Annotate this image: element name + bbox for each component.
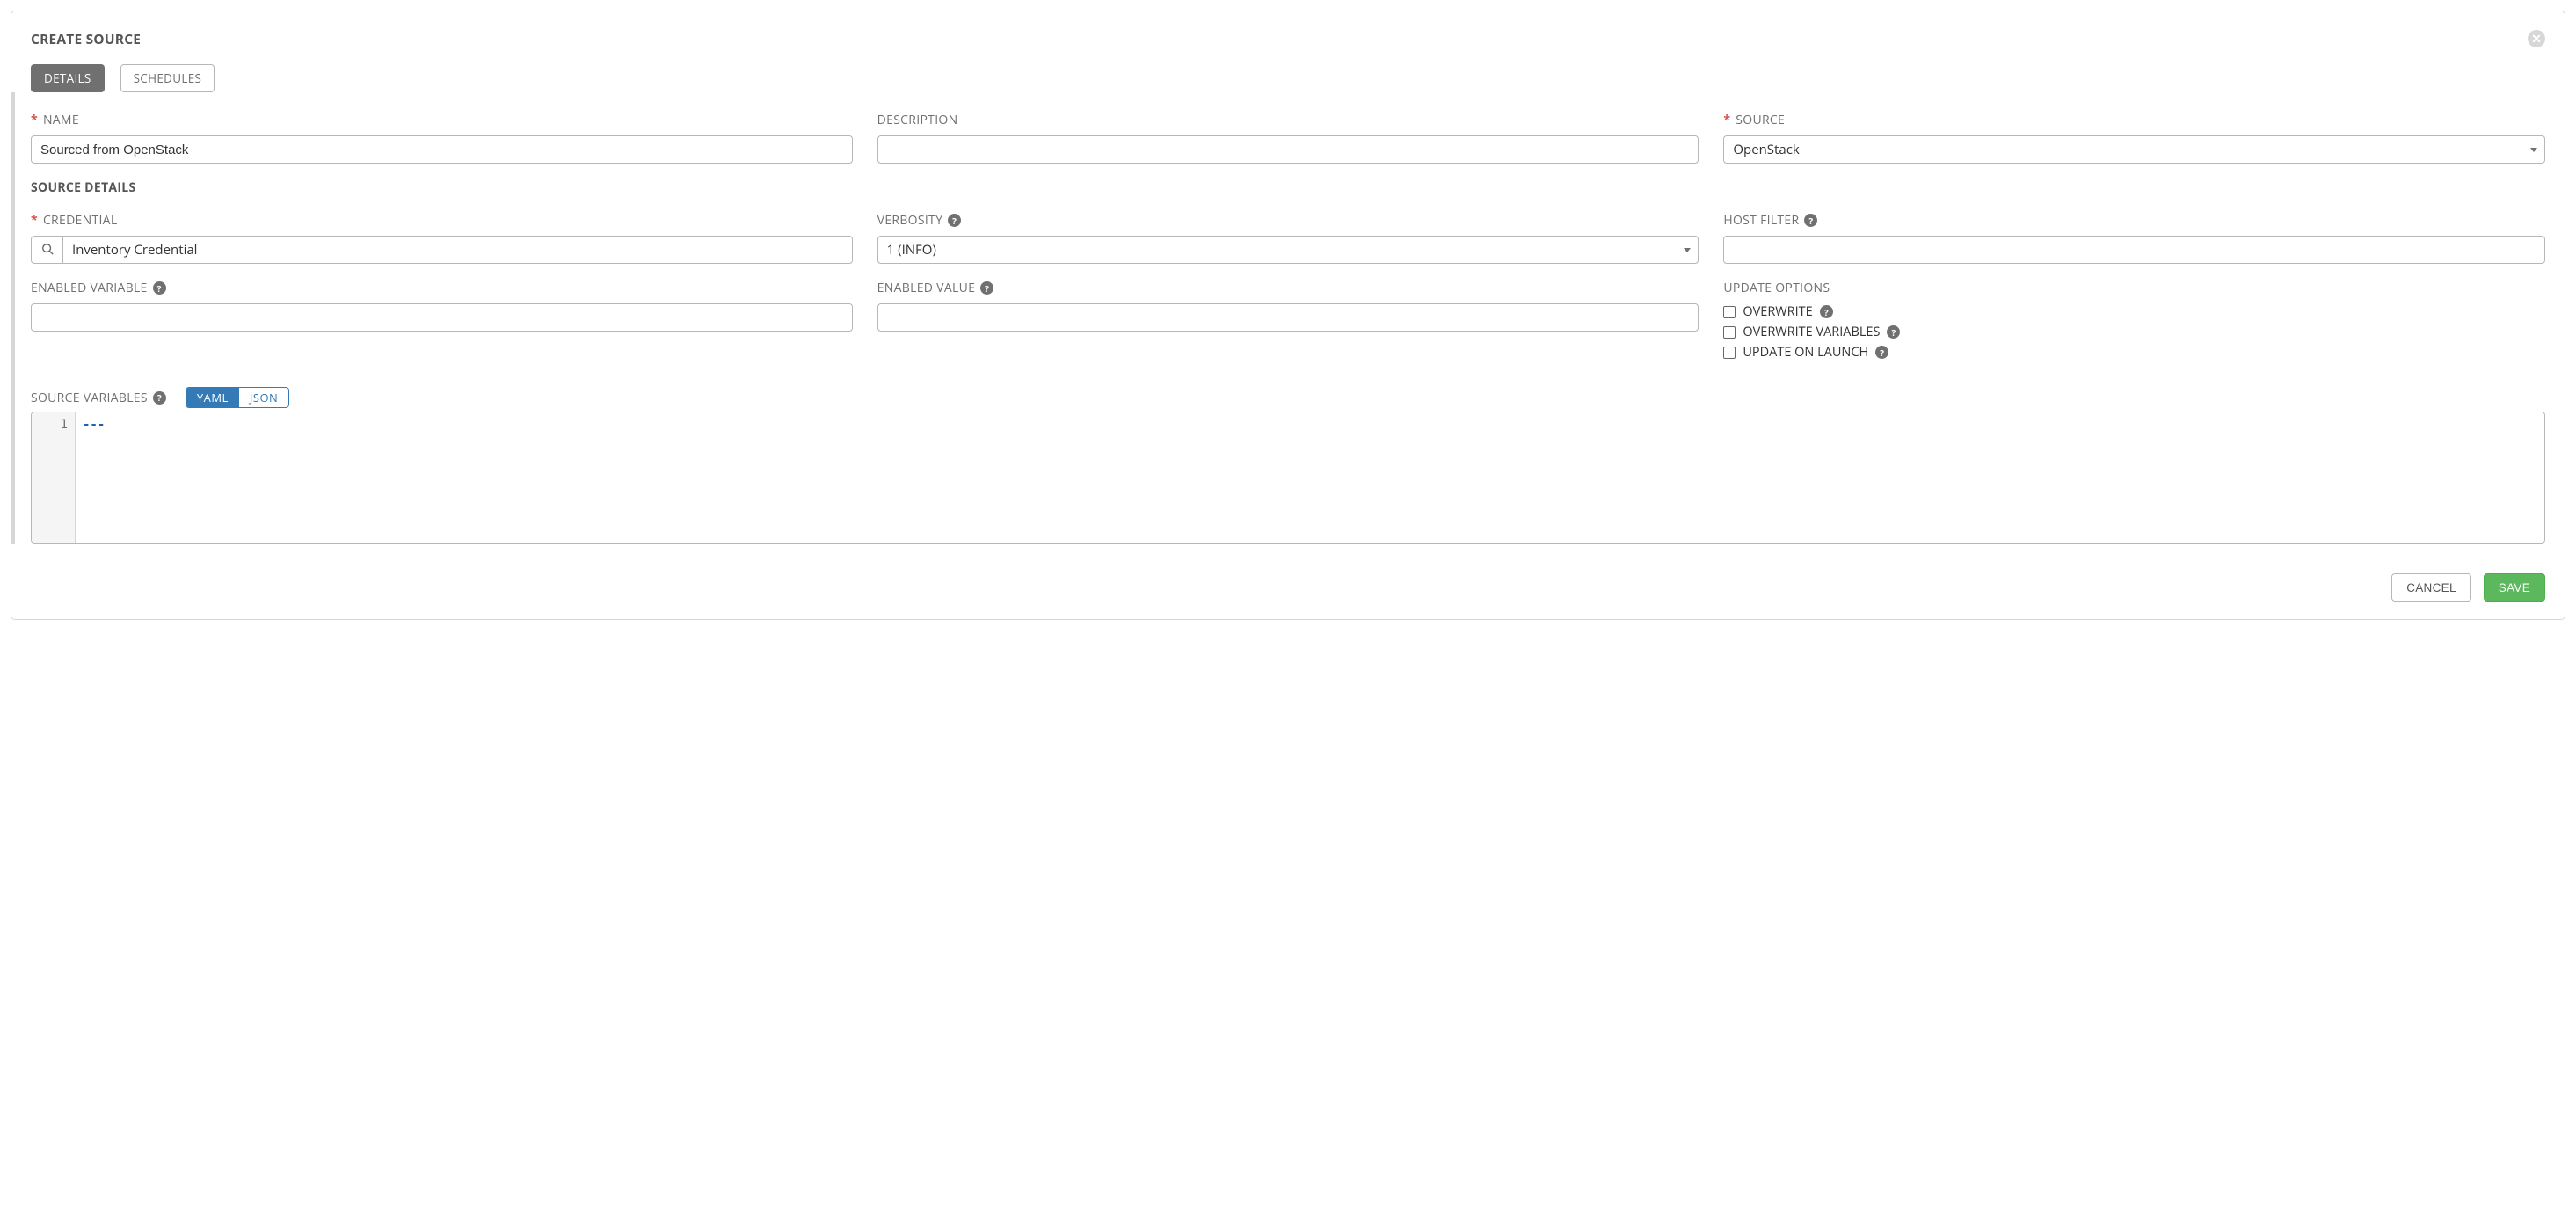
overwrite-vars-checkbox[interactable] bbox=[1723, 326, 1736, 339]
chevron-down-icon bbox=[2530, 148, 2537, 152]
editor-gutter: 1 bbox=[32, 412, 76, 543]
description-label: DESCRIPTION bbox=[877, 112, 1699, 128]
source-label: SOURCE bbox=[1723, 112, 2545, 128]
credential-field[interactable]: Inventory Credential bbox=[62, 236, 853, 264]
verbosity-label: VERBOSITY bbox=[877, 212, 1699, 229]
source-select[interactable]: OpenStack bbox=[1723, 135, 2545, 164]
name-label: NAME bbox=[31, 112, 853, 128]
format-toggle: YAML JSON bbox=[186, 387, 290, 408]
host-filter-label: HOST FILTER bbox=[1723, 212, 2545, 229]
form-body: NAME DESCRIPTION SOURCE OpenStack SOURCE… bbox=[11, 92, 2545, 544]
help-icon[interactable] bbox=[1820, 305, 1833, 318]
help-icon[interactable] bbox=[1804, 214, 1817, 227]
create-source-panel: CREATE SOURCE DETAILS SCHEDULES NAME DES… bbox=[11, 11, 2565, 620]
overwrite-option: OVERWRITE bbox=[1723, 303, 2545, 320]
source-select-value: OpenStack bbox=[1733, 141, 1799, 158]
tab-bar: DETAILS SCHEDULES bbox=[31, 64, 2545, 92]
help-icon[interactable] bbox=[980, 281, 993, 295]
source-details-heading: SOURCE DETAILS bbox=[31, 179, 2545, 196]
verbosity-select[interactable]: 1 (INFO) bbox=[877, 236, 1699, 264]
format-json-button[interactable]: JSON bbox=[239, 388, 289, 407]
credential-lookup: Inventory Credential bbox=[31, 236, 853, 264]
tab-schedules[interactable]: SCHEDULES bbox=[120, 64, 215, 92]
format-yaml-button[interactable]: YAML bbox=[186, 388, 239, 407]
help-icon[interactable] bbox=[1887, 325, 1900, 339]
help-icon[interactable] bbox=[153, 281, 166, 295]
credential-label: CREDENTIAL bbox=[31, 212, 853, 229]
panel-title: CREATE SOURCE bbox=[31, 29, 141, 48]
update-options-list: OVERWRITE OVERWRITE VARIABLES UPDATE ON … bbox=[1723, 303, 2545, 361]
update-on-launch-checkbox[interactable] bbox=[1723, 347, 1736, 359]
editor-content[interactable]: --- bbox=[76, 412, 2544, 543]
host-filter-field[interactable] bbox=[1723, 236, 2545, 264]
update-on-launch-option: UPDATE ON LAUNCH bbox=[1723, 344, 2545, 361]
save-button[interactable]: SAVE bbox=[2484, 573, 2545, 602]
chevron-down-icon bbox=[1684, 248, 1691, 252]
source-variables-editor[interactable]: 1 --- bbox=[31, 412, 2545, 544]
update-options-label: UPDATE OPTIONS bbox=[1723, 280, 2545, 296]
enabled-variable-field[interactable] bbox=[31, 303, 853, 332]
cancel-button[interactable]: CANCEL bbox=[2391, 573, 2471, 602]
enabled-value-label: ENABLED VALUE bbox=[877, 280, 1699, 296]
enabled-value-field[interactable] bbox=[877, 303, 1699, 332]
help-icon[interactable] bbox=[1875, 346, 1888, 359]
close-icon[interactable] bbox=[2528, 30, 2545, 47]
search-icon bbox=[41, 240, 54, 259]
overwrite-checkbox[interactable] bbox=[1723, 306, 1736, 318]
source-variables-header: SOURCE VARIABLES YAML JSON bbox=[31, 387, 2545, 408]
tab-details[interactable]: DETAILS bbox=[31, 64, 105, 92]
source-variables-label: SOURCE VARIABLES bbox=[31, 390, 166, 406]
footer: CANCEL SAVE bbox=[31, 573, 2545, 602]
description-field[interactable] bbox=[877, 135, 1699, 164]
overwrite-vars-option: OVERWRITE VARIABLES bbox=[1723, 324, 2545, 340]
name-field[interactable] bbox=[31, 135, 853, 164]
credential-lookup-button[interactable] bbox=[31, 236, 62, 264]
help-icon[interactable] bbox=[153, 391, 166, 405]
verbosity-select-value: 1 (INFO) bbox=[887, 241, 936, 259]
enabled-variable-label: ENABLED VARIABLE bbox=[31, 280, 853, 296]
help-icon[interactable] bbox=[948, 214, 961, 227]
panel-header: CREATE SOURCE bbox=[31, 29, 2545, 48]
